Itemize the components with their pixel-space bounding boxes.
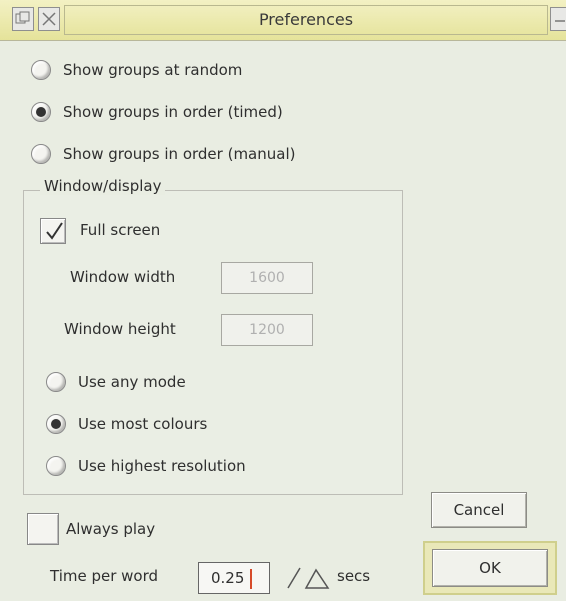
close-icon[interactable]	[38, 7, 60, 31]
radio-indicator[interactable]	[31, 144, 51, 164]
cancel-button[interactable]: Cancel	[431, 492, 527, 528]
always-play-checkbox[interactable]	[27, 513, 59, 545]
full-screen-label: Full screen	[80, 221, 161, 239]
back-icon[interactable]	[12, 7, 34, 31]
window-height-label: Window height	[64, 320, 176, 338]
always-play-label: Always play	[66, 520, 156, 538]
text-caret	[250, 569, 252, 589]
checkmark-icon	[46, 222, 63, 240]
radio-label: Show groups in order (timed)	[63, 103, 283, 121]
time-per-word-field[interactable]: 0.25	[198, 562, 270, 594]
increment-arrow-icon	[304, 568, 330, 589]
radio-show-random[interactable]: Show groups at random	[31, 60, 242, 80]
group-title: Window/display	[40, 177, 166, 195]
radio-use-most-colours[interactable]: Use most colours	[46, 414, 207, 434]
window-title: Preferences	[64, 5, 548, 35]
window-width-label: Window width	[70, 268, 176, 286]
radio-label: Use any mode	[78, 373, 186, 391]
full-screen-checkbox[interactable]	[40, 218, 66, 244]
radio-show-order-timed[interactable]: Show groups in order (timed)	[31, 102, 283, 122]
bump-arrows[interactable]	[284, 562, 332, 592]
iconize-icon[interactable]	[550, 7, 566, 31]
radio-use-any-mode[interactable]: Use any mode	[46, 372, 186, 392]
radio-label: Use most colours	[78, 415, 208, 433]
radio-indicator[interactable]	[46, 372, 66, 392]
decrement-arrow-icon	[287, 567, 301, 589]
time-per-word-label: Time per word	[50, 567, 159, 585]
radio-use-highest-resolution[interactable]: Use highest resolution	[46, 456, 246, 476]
ok-button[interactable]: OK	[432, 549, 548, 587]
radio-indicator[interactable]	[31, 60, 51, 80]
radio-indicator[interactable]	[46, 414, 66, 434]
window-height-field[interactable]: 1200	[221, 314, 313, 346]
radio-indicator[interactable]	[46, 456, 66, 476]
secs-label: secs	[337, 567, 371, 585]
radio-indicator[interactable]	[31, 102, 51, 122]
radio-label: Use highest resolution	[78, 457, 246, 475]
time-per-word-value: 0.25	[211, 569, 245, 587]
title-bar[interactable]: Preferences	[0, 0, 566, 41]
radio-label: Show groups in order (manual)	[63, 145, 296, 163]
radio-label: Show groups at random	[63, 61, 243, 79]
window-width-field[interactable]: 1600	[221, 262, 313, 294]
radio-show-order-manual[interactable]: Show groups in order (manual)	[31, 144, 295, 164]
